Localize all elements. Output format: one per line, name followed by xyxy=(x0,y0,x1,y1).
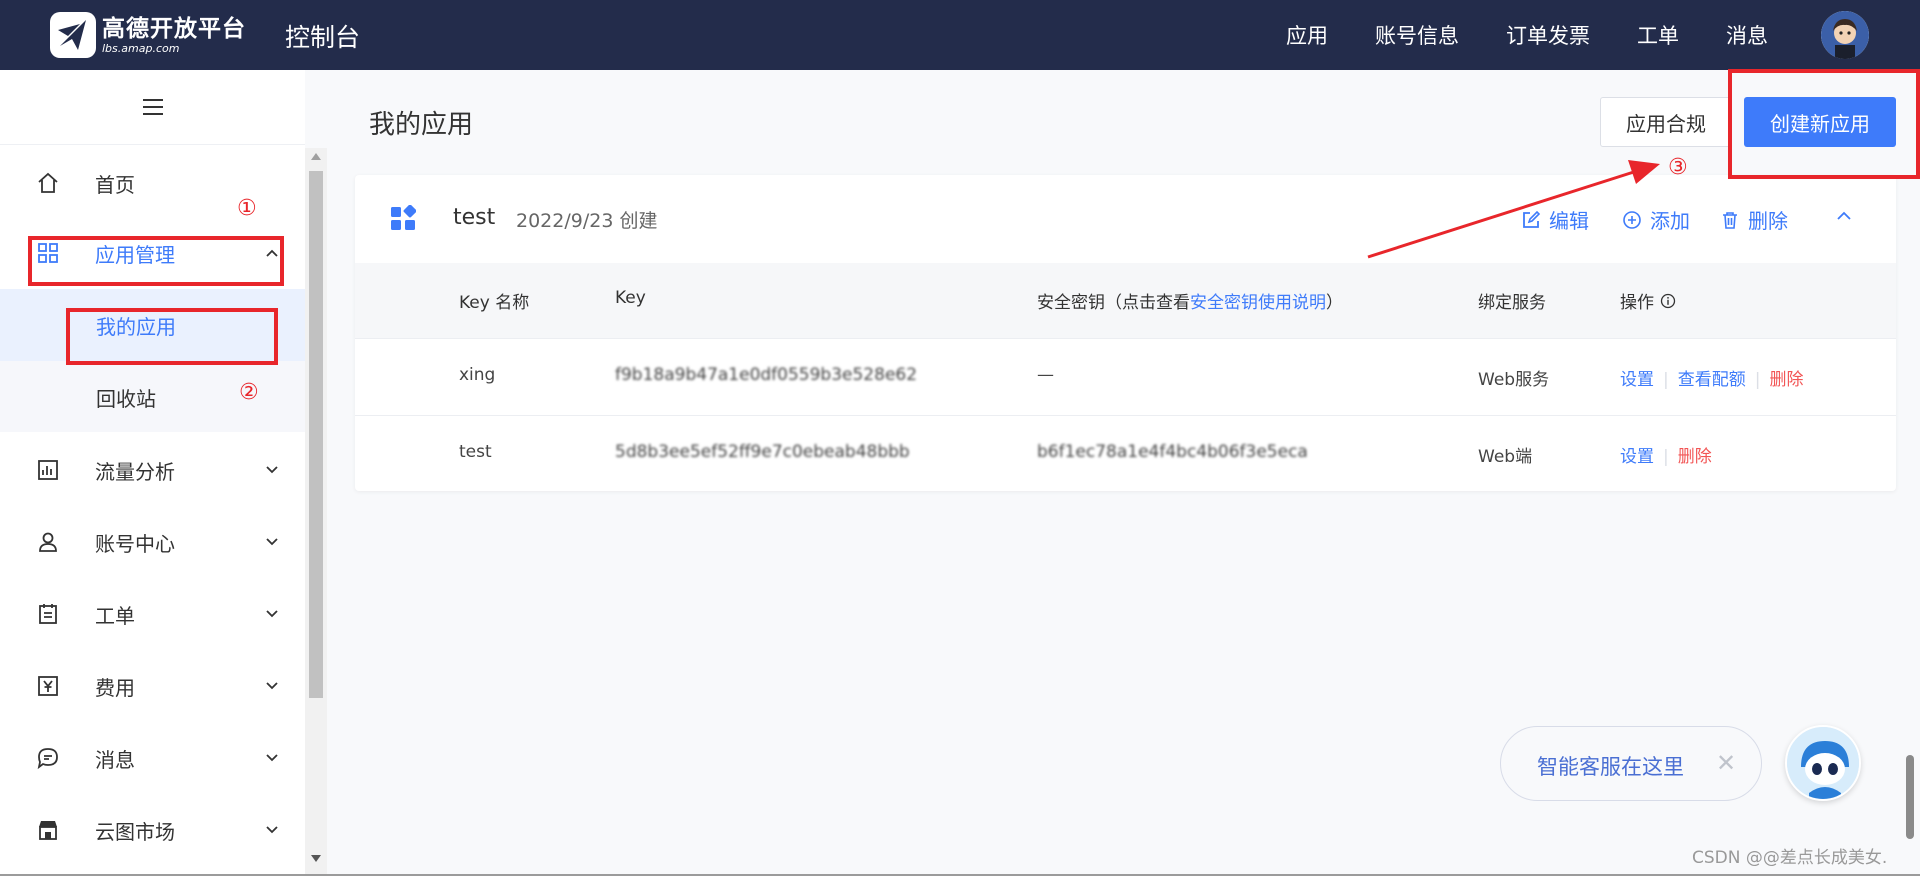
annotation-arrow xyxy=(1367,160,1660,259)
